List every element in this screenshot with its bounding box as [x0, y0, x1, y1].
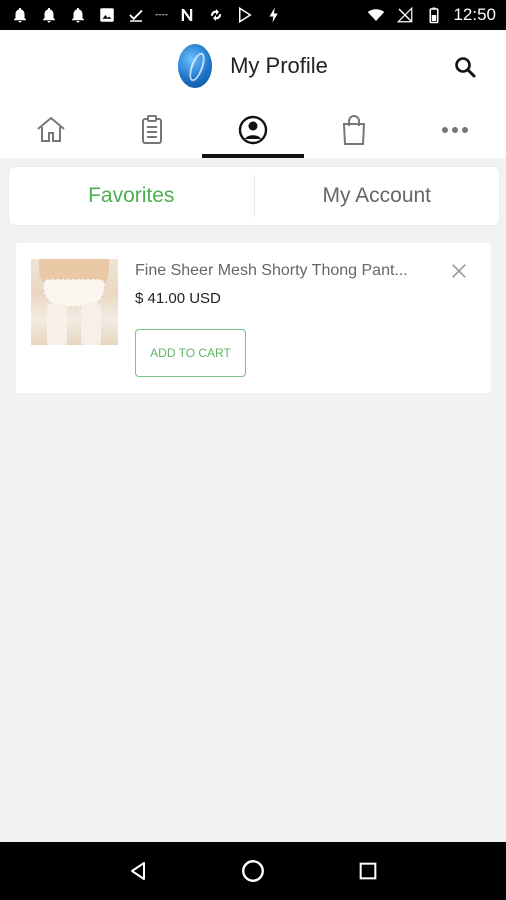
app-header: My Profile — [0, 30, 506, 102]
play-store-icon — [235, 5, 255, 25]
tab-home[interactable] — [0, 102, 101, 158]
status-left-icons: ---- — [10, 5, 284, 25]
recents-button[interactable] — [348, 851, 388, 891]
close-icon — [452, 264, 466, 278]
status-right-icons: 12:50 — [366, 5, 496, 25]
more-icon — [442, 127, 469, 133]
sync-icon — [206, 5, 226, 25]
bell-icon — [39, 5, 59, 25]
wifi-icon — [366, 5, 386, 25]
tab-my-account[interactable]: My Account — [255, 167, 500, 225]
image-icon — [97, 5, 117, 25]
status-bar: ---- 12:50 — [0, 0, 506, 30]
no-signal-icon — [395, 5, 415, 25]
recents-icon — [359, 862, 377, 880]
remove-favorite-button[interactable] — [449, 261, 469, 281]
clipboard-icon — [141, 115, 162, 144]
home-icon — [36, 116, 65, 142]
product-thumbnail[interactable] — [31, 259, 118, 345]
main-tab-bar — [0, 102, 506, 158]
bell-icon — [68, 5, 88, 25]
product-price: $ 41.00 USD — [135, 290, 221, 307]
back-button[interactable] — [118, 851, 158, 891]
profile-segmented-control: Favorites My Account — [9, 167, 499, 225]
page-title: My Profile — [230, 53, 328, 78]
status-time: 12:50 — [453, 5, 496, 24]
flash-icon — [264, 5, 284, 25]
home-circle-icon — [242, 860, 264, 882]
shopping-bag-icon — [343, 115, 366, 145]
tab-profile[interactable] — [202, 102, 304, 158]
back-icon — [130, 862, 145, 880]
add-to-cart-button[interactable]: ADD TO CART — [135, 329, 246, 377]
tab-orders[interactable] — [101, 102, 202, 158]
battery-icon — [424, 5, 444, 25]
app-logo-icon — [178, 44, 213, 88]
tab-favorites[interactable]: Favorites — [9, 167, 254, 225]
search-icon — [455, 57, 476, 78]
product-name[interactable]: Fine Sheer Mesh Shorty Thong Pant... — [135, 262, 440, 280]
favorite-item-card: Fine Sheer Mesh Shorty Thong Pant... $ 4… — [16, 243, 491, 393]
search-button[interactable] — [452, 54, 478, 80]
tab-shop[interactable] — [304, 102, 405, 158]
tab-more[interactable] — [405, 102, 506, 158]
bell-icon — [10, 5, 30, 25]
status-small-text: ---- — [155, 10, 168, 20]
profile-icon — [238, 115, 268, 145]
n-icon — [177, 5, 197, 25]
system-nav-bar — [0, 842, 506, 900]
download-done-icon — [126, 5, 146, 25]
home-button[interactable] — [233, 851, 273, 891]
